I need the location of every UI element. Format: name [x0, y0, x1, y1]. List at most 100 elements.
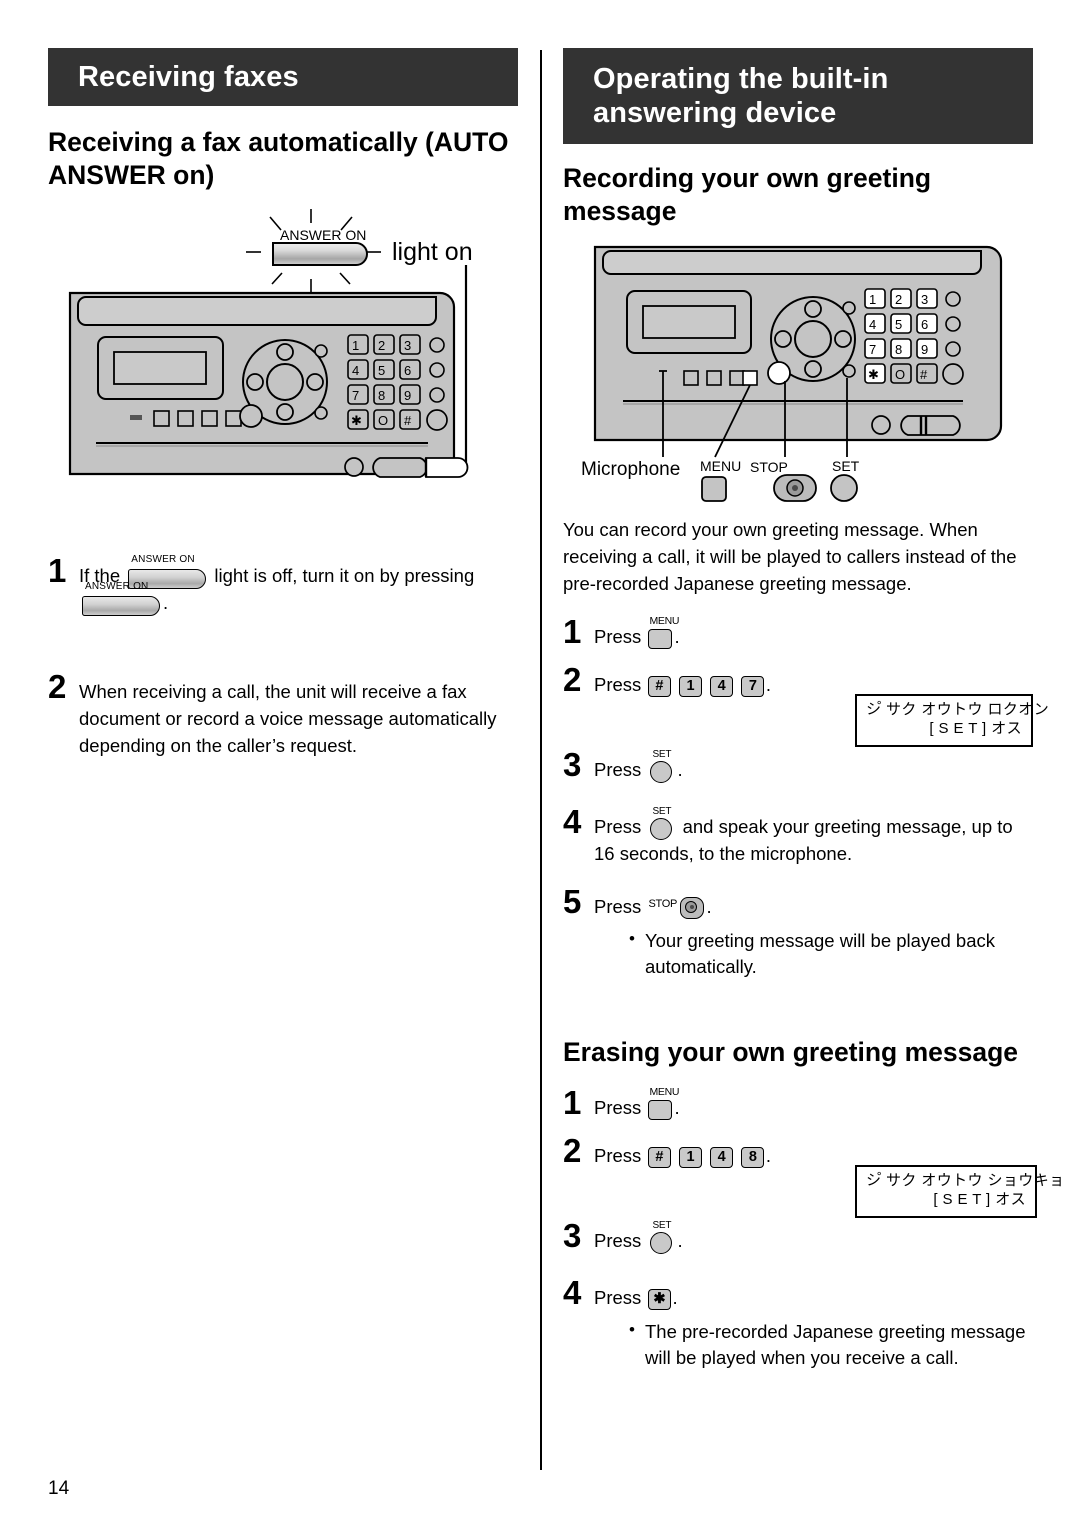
hash-key-icon[interactable]: # — [647, 1146, 671, 1168]
fax-illustration-right: 1 2 3 4 5 6 7 8 9 ✱ O # Microphone MENU … — [581, 245, 1003, 502]
svg-text:4: 4 — [869, 317, 876, 332]
set-key-icon[interactable]: SET — [649, 1220, 674, 1255]
menu-key-glyph — [701, 476, 727, 502]
lcd-display-record: シ゚ サク オウトウ ロクオン [ S E T ] オス — [855, 694, 1050, 747]
menu-callout-text: MENU — [700, 458, 741, 474]
set-key-cap — [650, 1232, 673, 1255]
left-step-2: 2 When receiving a call, the unit will r… — [48, 670, 518, 759]
svg-text:✱: ✱ — [351, 413, 362, 428]
set-key-icon[interactable]: SET — [649, 749, 674, 784]
svg-text:8: 8 — [895, 342, 902, 357]
svg-text:6: 6 — [404, 363, 411, 378]
menu-key-cap — [648, 629, 673, 650]
svg-text:#: # — [404, 413, 412, 428]
step-text-after: . — [765, 1145, 771, 1167]
svg-text:3: 3 — [921, 292, 928, 307]
set-callout-text: SET — [832, 458, 860, 474]
step-number: 2 — [48, 668, 67, 706]
lcd-line-1: シ゚ サク オウトウ ショウキョ — [866, 1172, 1065, 1190]
answer-on-key-label: ANSWER ON — [131, 553, 195, 565]
svg-text:7: 7 — [869, 342, 876, 357]
stop-key-icon[interactable]: STOP — [648, 895, 705, 921]
step-text-before: Press — [594, 759, 642, 781]
digit-key-icon[interactable]: 4 — [710, 1146, 734, 1168]
record-note: Your greeting message will be played bac… — [627, 927, 1033, 981]
step-number: 4 — [563, 1274, 582, 1311]
lcd-line-1: シ゚ サク オウトウ ロクオン — [866, 701, 1050, 719]
digit-key-icon[interactable]: 8 — [741, 1146, 765, 1168]
answer-on-key-label-2: ANSWER ON — [85, 581, 149, 593]
asterisk-key-icon[interactable]: ✱ — [647, 1288, 671, 1310]
menu-key-cap — [648, 1100, 673, 1121]
step-number: 1 — [563, 1083, 582, 1121]
step-number: 1 — [563, 612, 582, 650]
step-text: When receiving a call, the unit will rec… — [79, 681, 497, 756]
step-text-before: Press — [594, 1287, 642, 1308]
menu-key-icon[interactable]: MENU — [648, 1086, 679, 1121]
digit-key-icon[interactable]: 1 — [679, 1146, 703, 1168]
answer-on-key-icon-2[interactable]: ANSWER ON — [82, 581, 160, 617]
svg-text:O: O — [378, 413, 388, 428]
digit-key-icon[interactable]: 7 — [741, 675, 765, 697]
microphone-callout-text: Microphone — [581, 459, 680, 480]
heading-erasing-greeting: Erasing your own greeting message — [563, 1037, 1019, 1068]
callout-light-on: light on — [392, 237, 473, 266]
hash-key-icon[interactable]: # — [647, 675, 671, 697]
column-divider — [540, 50, 542, 1470]
set-key-icon[interactable]: SET — [649, 806, 674, 841]
svg-text:9: 9 — [921, 342, 928, 357]
menu-key-icon[interactable]: MENU — [648, 615, 679, 650]
svg-text:1: 1 — [869, 292, 876, 307]
svg-text:9: 9 — [404, 388, 411, 403]
stop-callout-text: STOP — [750, 459, 788, 475]
step-text-before: Press — [594, 625, 642, 647]
erase-step-3: 3 Press SET . — [563, 1219, 1033, 1255]
left-step-1: 1 If the ANSWER ON light is off, turn it… — [48, 554, 518, 617]
left-column: Receiving faxes Receiving a fax automati… — [48, 48, 518, 760]
step-number: 5 — [563, 882, 582, 920]
stop-key-disc — [680, 896, 705, 919]
step-text-after: . — [677, 1230, 683, 1252]
record-step-3: 3 Press SET . — [563, 748, 1033, 784]
step-text-after: . — [677, 759, 683, 781]
svg-text:8: 8 — [378, 388, 385, 403]
svg-text:7: 7 — [352, 388, 359, 403]
lcd-line-2: [ S E T ] オス — [933, 1191, 1026, 1209]
section-header-receiving-faxes: Receiving faxes — [48, 48, 518, 107]
record-step-4: 4 Press SET and speak your greeting mess… — [563, 805, 1033, 868]
svg-text:3: 3 — [404, 338, 411, 353]
step-text-before: Press — [594, 1145, 642, 1167]
set-key-glyph — [830, 474, 858, 502]
erase-step-1: 1 Press MENU . — [563, 1086, 1033, 1122]
set-key-cap — [650, 818, 673, 841]
step-number: 1 — [48, 551, 67, 589]
digit-key-icon[interactable]: 4 — [710, 675, 734, 697]
step-number: 3 — [563, 1217, 582, 1255]
lcd-line-2: [ S E T ] オス — [929, 720, 1022, 738]
svg-text:2: 2 — [895, 292, 902, 307]
step-number: 2 — [563, 661, 582, 699]
step-text-before: Press — [594, 895, 642, 917]
stop-key-label: STOP — [648, 897, 677, 910]
record-step-5: 5 Press STOP . Your greeting message wil… — [563, 885, 1033, 981]
svg-text:1: 1 — [352, 338, 359, 353]
answer-on-text: ANSWER ON — [280, 227, 366, 243]
intro-paragraph: You can record your own greeting message… — [563, 519, 1017, 594]
svg-text:5: 5 — [895, 317, 902, 332]
erase-note: The pre-recorded Japanese greeting messa… — [627, 1318, 1033, 1372]
heading-recording-greeting: Recording your own greeting message — [563, 163, 932, 226]
heading-receiving-fax-automatically: Receiving a fax automatically (AUTO ANSW… — [48, 127, 509, 190]
step-text-before: Press — [594, 1096, 642, 1118]
step-number: 4 — [563, 802, 582, 840]
svg-text:6: 6 — [921, 317, 928, 332]
digit-key-icon[interactable]: 1 — [679, 675, 703, 697]
step-text-after: . — [672, 1287, 678, 1308]
svg-text:5: 5 — [378, 363, 385, 378]
menu-key-label: MENU — [649, 615, 680, 628]
step-text-middle: light is off, turn it on by pressing — [214, 564, 475, 586]
lcd-display-erase: シ゚ サク オウトウ ショウキョ [ S E T ] オス — [855, 1165, 1065, 1218]
step-text-before: Press — [594, 815, 642, 837]
step-text-before: Press — [594, 674, 642, 696]
svg-text:4: 4 — [352, 363, 359, 378]
svg-text:O: O — [895, 367, 905, 382]
